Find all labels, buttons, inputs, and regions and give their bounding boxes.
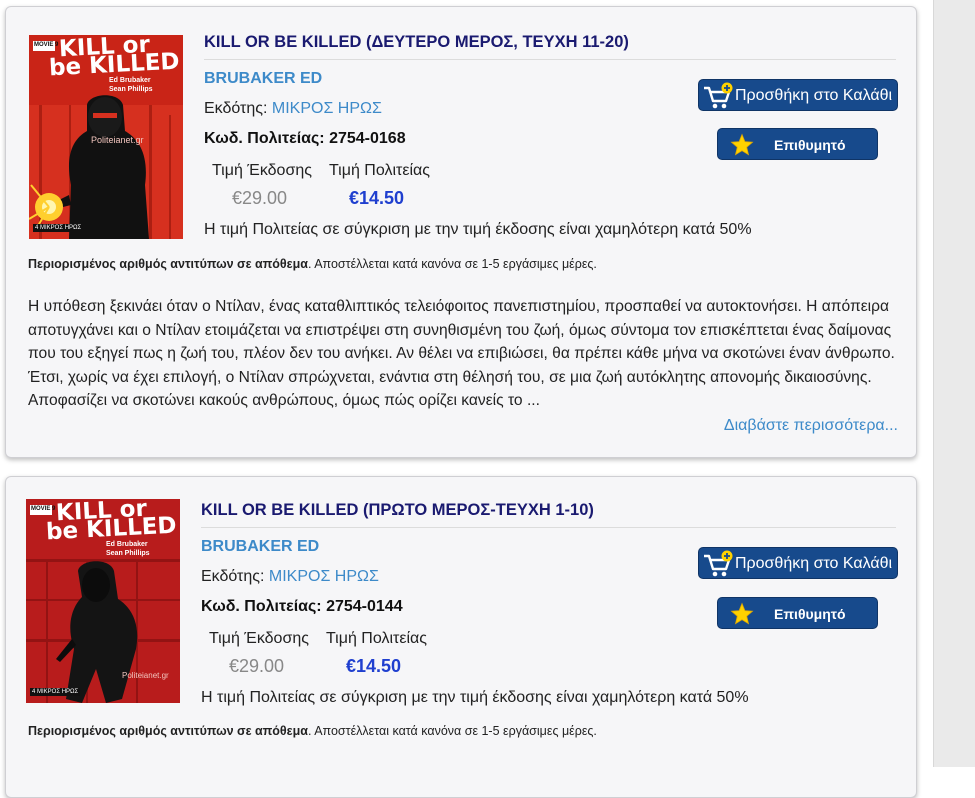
wishlist-button[interactable]: Επιθυμητό	[717, 128, 878, 160]
author-link[interactable]: BRUBAKER ED	[201, 538, 319, 556]
publisher-logo: 4 ΜΙΚΡΟΣ ΗΡΩΣ	[33, 224, 84, 232]
product-title[interactable]: KILL OR BE KILLED (ΔΕΥΤΕΡΟ ΜΕΡΟΣ, ΤΕΥΧΗ …	[204, 33, 629, 52]
discount-note: Η τιμή Πολιτείας σε σύγκριση με την τιμή…	[204, 221, 752, 238]
product-card: MOVIE 9 KILL or be KILLED Ed Brubaker Se…	[5, 6, 917, 458]
product-description: Η υπόθεση ξεκινάει όταν ο Ντίλαν, ένας κ…	[28, 298, 895, 409]
add-to-cart-label: Προσθήκη στο Καλάθι	[735, 555, 893, 572]
author-link[interactable]: BRUBAKER ED	[204, 70, 322, 88]
availability-bold: Περιορισμένος αριθμός αντιτύπων σε απόθε…	[28, 724, 308, 738]
cover-credits: Sean Phillips	[106, 550, 150, 557]
publisher-label: Εκδότης:	[201, 568, 265, 585]
product-title[interactable]: KILL OR BE KILLED (ΠΡΩΤΟ ΜΕΡΟΣ-ΤΕΥΧΗ 1-1…	[201, 501, 594, 520]
cover-watermark: Politeianet.gr	[91, 135, 144, 145]
title-divider	[204, 59, 896, 60]
availability-note: Περιορισμένος αριθμός αντιτύπων σε απόθε…	[28, 724, 597, 738]
book-cover-image[interactable]: MOVIE 9 KILL or be KILLED Ed Brubaker Se…	[29, 35, 183, 239]
cover-title-line2: be KILLED	[48, 48, 181, 82]
cart-plus-icon	[702, 550, 734, 583]
cover-watermark: Politeianet.gr	[122, 671, 169, 680]
availability-text: . Αποστέλλεται κατά κανόνα σε 1-5 εργάσι…	[307, 724, 597, 738]
add-to-cart-label: Προσθήκη στο Καλάθι	[735, 87, 893, 104]
wishlist-label: Επιθυμητό	[774, 137, 846, 153]
wishlist-label: Επιθυμητό	[774, 606, 846, 622]
availability-bold: Περιορισμένος αριθμός αντιτύπων σε απόθε…	[28, 257, 308, 271]
publisher-row: Εκδότης: ΜΙΚΡΟΣ ΗΡΩΣ	[204, 100, 382, 118]
publisher-row: Εκδότης: ΜΙΚΡΟΣ ΗΡΩΣ	[201, 568, 379, 586]
add-to-cart-button[interactable]: Προσθήκη στο Καλάθι	[698, 547, 898, 579]
availability-text: . Αποστέλλεται κατά κανόνα σε 1-5 εργάσι…	[307, 257, 597, 271]
read-more-link[interactable]: Διαβάστε περισσότερα...	[724, 417, 898, 435]
cover-credits: Ed Brubaker	[109, 77, 151, 84]
store-price: €14.50	[349, 188, 405, 208]
product-card: MOVIE 9 KILL or be KILLED Ed Brubaker Se…	[5, 476, 917, 798]
wishlist-button[interactable]: Επιθυμητό	[717, 597, 878, 629]
star-icon	[730, 133, 754, 160]
product-code: Κωδ. Πολιτείας: 2754-0168	[204, 130, 406, 147]
cover-credits: Ed Brubaker	[106, 541, 148, 548]
list-price: €29.00	[232, 188, 288, 208]
book-cover-image[interactable]: MOVIE 9 KILL or be KILLED Ed Brubaker Se…	[26, 499, 180, 703]
publisher-logo: 4 ΜΙΚΡΟΣ ΗΡΩΣ	[30, 688, 81, 696]
cover-credits: Sean Phillips	[109, 86, 153, 93]
publisher-label: Εκδότης:	[204, 100, 268, 117]
cover-badge: MOVIE 9	[34, 42, 59, 48]
star-icon	[730, 602, 754, 629]
add-to-cart-button[interactable]: Προσθήκη στο Καλάθι	[698, 79, 898, 111]
cart-plus-icon	[702, 82, 734, 115]
product-code: Κωδ. Πολιτείας: 2754-0144	[201, 598, 403, 615]
store-price: €14.50	[346, 656, 402, 676]
store-price-label: Τιμή Πολιτείας	[329, 162, 430, 179]
store-price-label: Τιμή Πολιτείας	[326, 630, 427, 647]
publisher-link[interactable]: ΜΙΚΡΟΣ ΗΡΩΣ	[269, 568, 379, 585]
list-price-label: Τιμή Έκδοσης	[212, 162, 312, 179]
cover-title-line2: be KILLED	[45, 512, 178, 546]
availability-note: Περιορισμένος αριθμός αντιτύπων σε απόθε…	[28, 257, 597, 271]
right-scroll-rail	[933, 0, 975, 767]
publisher-link[interactable]: ΜΙΚΡΟΣ ΗΡΩΣ	[272, 100, 382, 117]
discount-note: Η τιμή Πολιτείας σε σύγκριση με την τιμή…	[201, 689, 749, 706]
title-divider	[201, 527, 896, 528]
list-price-label: Τιμή Έκδοσης	[209, 630, 309, 647]
cover-badge: MOVIE 9	[31, 506, 56, 512]
list-price: €29.00	[229, 656, 285, 676]
